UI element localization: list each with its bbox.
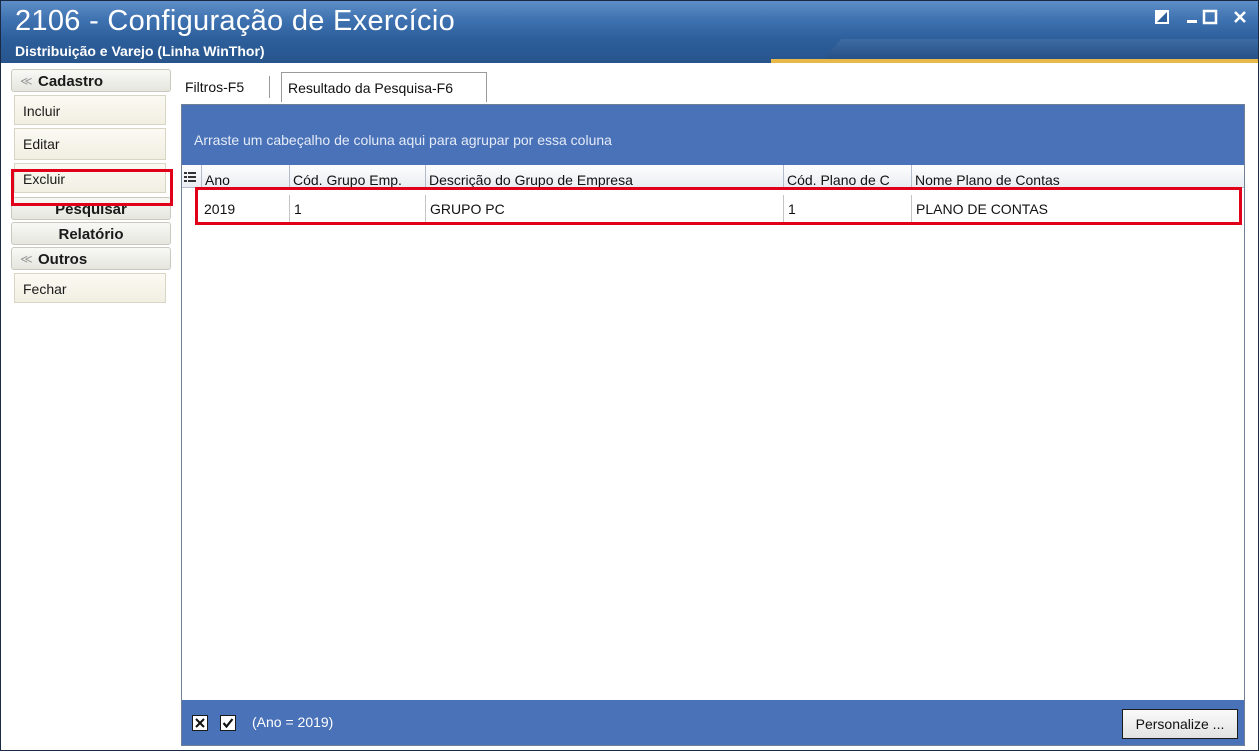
- results-grid: Arraste um cabeçalho de coluna aqui para…: [181, 104, 1245, 746]
- sidebar-group-outros[interactable]: ≪ Outros: [11, 247, 171, 270]
- cell-ano: 2019: [200, 195, 290, 223]
- title-bar-accent-stripe: [771, 59, 1258, 63]
- sidebar: ≪ Cadastro Incluir Editar Excluir Pesqui…: [11, 69, 171, 303]
- cell-cod-plano: 1: [784, 195, 912, 223]
- filter-panel: (Ano = 2019) Personalize ...: [182, 700, 1244, 745]
- sidebar-item-editar[interactable]: Editar: [14, 128, 166, 160]
- sidebar-item-excluir[interactable]: Excluir: [14, 163, 166, 193]
- close-icon[interactable]: [1227, 5, 1253, 29]
- maximize-icon[interactable]: [1197, 5, 1223, 29]
- group-by-panel[interactable]: Arraste um cabeçalho de coluna aqui para…: [182, 105, 1244, 165]
- tab-resultado[interactable]: Resultado da Pesquisa-F6: [281, 72, 487, 102]
- grid-header: Ano Cód. Grupo Emp. Descrição do Grupo d…: [182, 165, 1244, 188]
- enable-filter-checkbox[interactable]: [220, 715, 236, 731]
- sidebar-item-incluir[interactable]: Incluir: [14, 95, 166, 125]
- column-header-cod-plano[interactable]: Cód. Plano de C: [784, 165, 912, 187]
- window-title: 2106 - Configuração de Exercício: [15, 5, 456, 37]
- app-window: 2106 - Configuração de Exercício Distrib…: [0, 0, 1259, 751]
- column-header-cod-grupo[interactable]: Cód. Grupo Emp.: [290, 165, 426, 187]
- cell-nome-plano: PLANO DE CONTAS: [916, 201, 1048, 217]
- title-bar: 2106 - Configuração de Exercício Distrib…: [1, 1, 1258, 63]
- column-header-descricao[interactable]: Descrição do Grupo de Empresa: [426, 165, 784, 187]
- clear-filter-icon[interactable]: [192, 715, 208, 731]
- filter-expression[interactable]: (Ano = 2019): [252, 714, 333, 730]
- column-header-ano[interactable]: Ano: [202, 165, 290, 187]
- window-subtitle: Distribuição e Varejo (Linha WinThor): [15, 43, 265, 59]
- column-header-nome-plano[interactable]: Nome Plano de Contas: [912, 165, 1244, 187]
- tab-divider: [269, 76, 270, 98]
- restore-icon[interactable]: [1149, 5, 1175, 29]
- sidebar-group-label: Outros: [38, 251, 88, 268]
- sidebar-item-fechar[interactable]: Fechar: [14, 273, 166, 303]
- personalize-button[interactable]: Personalize ...: [1122, 709, 1238, 739]
- sidebar-group-cadastro[interactable]: ≪ Cadastro: [11, 69, 171, 92]
- tab-filtros[interactable]: Filtros-F5: [179, 72, 265, 102]
- cell-descricao: GRUPO PC: [426, 195, 784, 223]
- sidebar-group-label: Cadastro: [38, 73, 104, 90]
- column-header-label: Ano: [205, 172, 230, 187]
- chevron-double-icon: ≪: [20, 74, 33, 88]
- sidebar-group-pesquisar[interactable]: Pesquisar: [11, 197, 171, 220]
- group-by-hint: Arraste um cabeçalho de coluna aqui para…: [194, 132, 612, 148]
- cell-cod-grupo: 1: [290, 195, 426, 223]
- chevron-double-icon: ≪: [20, 252, 33, 266]
- table-row[interactable]: 2019 1 GRUPO PC 1 PLANO DE CONTAS: [182, 195, 1244, 223]
- sidebar-group-relatorio[interactable]: Relatório: [11, 222, 171, 245]
- column-chooser-icon[interactable]: [182, 165, 202, 187]
